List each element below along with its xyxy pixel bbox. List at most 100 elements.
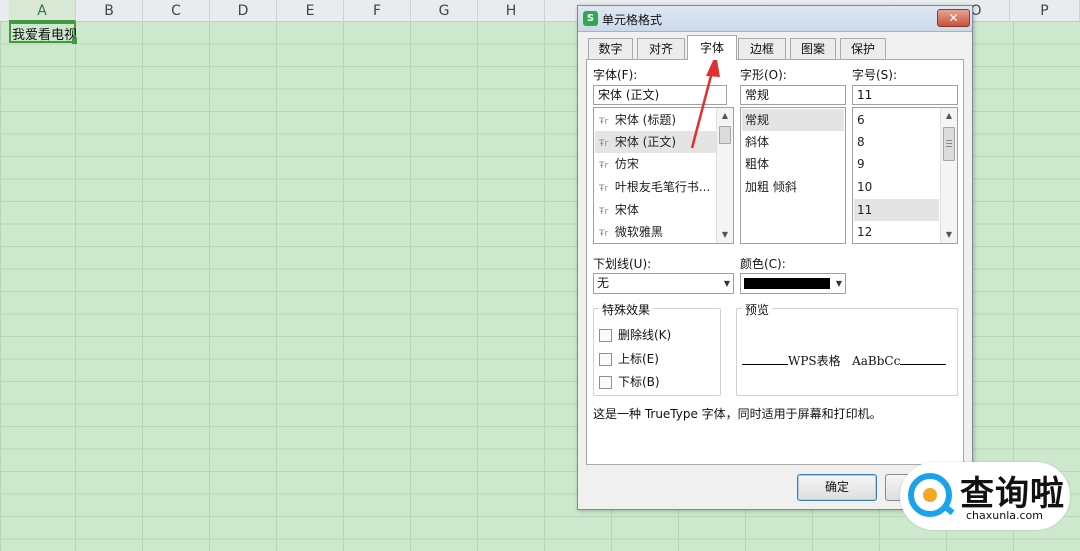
list-item[interactable]: Ŧr 叶根友毛笔行书... — [595, 176, 716, 198]
list-item[interactable]: 12 — [854, 221, 939, 243]
magnifier-handle-icon — [941, 502, 955, 516]
chevron-down-icon: ▼ — [723, 279, 730, 288]
font-label: 字体(F): — [593, 68, 638, 82]
list-item[interactable]: 10 — [854, 176, 939, 198]
list-item[interactable]: 9 — [854, 153, 939, 175]
preview-rule — [900, 364, 947, 365]
ok-button[interactable]: 确定 — [797, 474, 877, 501]
truetype-icon: Ŧr — [599, 117, 609, 127]
grip-icon — [946, 146, 952, 147]
font-list-scrollbar[interactable]: ▲ ▼ — [716, 108, 733, 243]
list-item-label: 宋体 — [614, 203, 639, 217]
list-item[interactable]: 11 — [854, 199, 939, 221]
font-tab-panel: 字体(F): 宋体 (正文) Ŧr 宋体 (标题) Ŧr 宋体 (正文) Ŧr … — [586, 59, 964, 465]
preview-sample-a: WPS表格 — [788, 354, 841, 368]
tab-alignment[interactable]: 对齐 — [637, 38, 685, 59]
color-label: 颜色(C): — [740, 257, 786, 271]
list-item-label: 叶根友毛笔行书... — [614, 180, 711, 194]
dialog-titlebar[interactable]: S 单元格格式 ✕ — [578, 6, 972, 32]
checkbox-label: 删除线(K) — [618, 328, 672, 342]
tab-pattern[interactable]: 图案 — [790, 38, 836, 59]
effects-group-title: 特殊效果 — [599, 301, 654, 318]
column-header-h[interactable]: H — [478, 0, 545, 22]
color-select[interactable]: ▼ — [740, 273, 846, 294]
size-list[interactable]: 6 8 9 10 11 12 ▲ ▼ — [852, 107, 958, 244]
chaxunla-watermark: 查询啦 chaxunla.com — [900, 462, 1070, 530]
underline-value: 无 — [597, 276, 610, 290]
list-item-label: 仿宋 — [614, 157, 639, 171]
font-list[interactable]: Ŧr 宋体 (标题) Ŧr 宋体 (正文) Ŧr 仿宋 Ŧr 叶根友毛笔行书..… — [593, 107, 734, 244]
underline-label: 下划线(U): — [593, 257, 652, 271]
scroll-down-icon[interactable]: ▼ — [717, 227, 733, 243]
scroll-up-icon[interactable]: ▲ — [941, 108, 957, 124]
watermark-name: 查询啦 — [960, 474, 1065, 514]
subscript-checkbox[interactable]: 下标(B) — [599, 373, 660, 389]
scrollbar-thumb[interactable] — [943, 127, 955, 161]
list-item[interactable]: 8 — [854, 131, 939, 153]
preview-rule — [742, 364, 788, 365]
list-item[interactable]: Ŧr 宋体 — [595, 199, 716, 221]
list-item[interactable]: Ŧr 宋体 (正文) — [595, 131, 716, 153]
truetype-icon: Ŧr — [599, 207, 609, 217]
style-label: 字形(O): — [740, 68, 787, 82]
checkbox-box[interactable] — [599, 353, 612, 366]
superscript-checkbox[interactable]: 上标(E) — [599, 350, 659, 366]
list-item[interactable]: 6 — [854, 109, 939, 131]
wps-app-icon: S — [583, 11, 598, 26]
format-cells-dialog: S 单元格格式 ✕ 数字 对齐 字体 边框 图案 保护 字体(F): 宋体 (正… — [577, 5, 973, 510]
checkbox-box[interactable] — [599, 329, 612, 342]
tab-protection[interactable]: 保护 — [840, 38, 886, 59]
column-header-e[interactable]: E — [277, 0, 344, 22]
strikethrough-checkbox[interactable]: 删除线(K) — [599, 326, 671, 342]
font-description: 这是一种 TrueType 字体，同时适用于屏幕和打印机。 — [593, 407, 882, 421]
column-header-p[interactable]: P — [1010, 0, 1080, 22]
column-header-b[interactable]: B — [76, 0, 143, 22]
list-item[interactable]: 斜体 — [742, 131, 844, 153]
column-header-g[interactable]: G — [411, 0, 478, 22]
size-label: 字号(S): — [852, 68, 898, 82]
column-header-c[interactable]: C — [143, 0, 210, 22]
style-list[interactable]: 常规 斜体 粗体 加粗 倾斜 — [740, 107, 846, 244]
column-header-f[interactable]: F — [344, 0, 411, 22]
list-item[interactable]: Ŧr 宋体 (标题) — [595, 109, 716, 131]
column-header-a[interactable]: A — [9, 0, 76, 22]
cell-a1-text: 我爱看电视 — [12, 28, 78, 43]
dialog-title: 单元格格式 — [602, 13, 663, 27]
truetype-icon: Ŧr — [599, 184, 609, 194]
fill-handle[interactable] — [72, 39, 77, 44]
tab-font[interactable]: 字体 — [687, 35, 737, 60]
style-input[interactable]: 常规 — [740, 85, 846, 105]
preview-group: 预览 WPS表格 AaBbCc — [736, 301, 958, 396]
preview-sample: WPS表格 AaBbCc — [742, 352, 947, 369]
watermark-url: chaxunla.com — [966, 509, 1043, 522]
scroll-up-icon[interactable]: ▲ — [717, 108, 733, 124]
logo-dot-icon — [923, 488, 937, 502]
effects-group: 特殊效果 删除线(K) 上标(E) 下标(B) — [593, 301, 721, 396]
preview-group-title: 预览 — [742, 301, 773, 318]
list-item[interactable]: 加粗 倾斜 — [742, 176, 844, 198]
close-button[interactable]: ✕ — [937, 9, 970, 27]
truetype-icon: Ŧr — [599, 229, 609, 239]
checkbox-box[interactable] — [599, 376, 612, 389]
size-list-scrollbar[interactable]: ▲ ▼ — [940, 108, 957, 243]
list-item-label: 微软雅黑 — [614, 225, 663, 239]
grip-icon — [946, 140, 952, 141]
underline-select[interactable]: 无 ▼ — [593, 273, 734, 294]
column-header-d[interactable]: D — [210, 0, 277, 22]
font-input[interactable]: 宋体 (正文) — [593, 85, 727, 105]
tab-border[interactable]: 边框 — [738, 38, 786, 59]
checkbox-label: 下标(B) — [618, 375, 660, 389]
preview-sample-b: AaBbCc — [852, 354, 901, 368]
color-swatch — [744, 278, 830, 289]
size-input[interactable]: 11 — [852, 85, 958, 105]
scroll-down-icon[interactable]: ▼ — [941, 227, 957, 243]
list-item[interactable]: Ŧr 仿宋 — [595, 153, 716, 175]
list-item[interactable]: 常规 — [742, 109, 844, 131]
truetype-icon: Ŧr — [599, 161, 609, 171]
list-item[interactable]: Ŧr 微软雅黑 — [595, 221, 716, 243]
tab-number[interactable]: 数字 — [588, 38, 633, 59]
checkbox-label: 上标(E) — [618, 352, 659, 366]
list-item[interactable]: 粗体 — [742, 153, 844, 175]
scrollbar-thumb[interactable] — [719, 126, 731, 144]
truetype-icon: Ŧr — [599, 139, 609, 149]
